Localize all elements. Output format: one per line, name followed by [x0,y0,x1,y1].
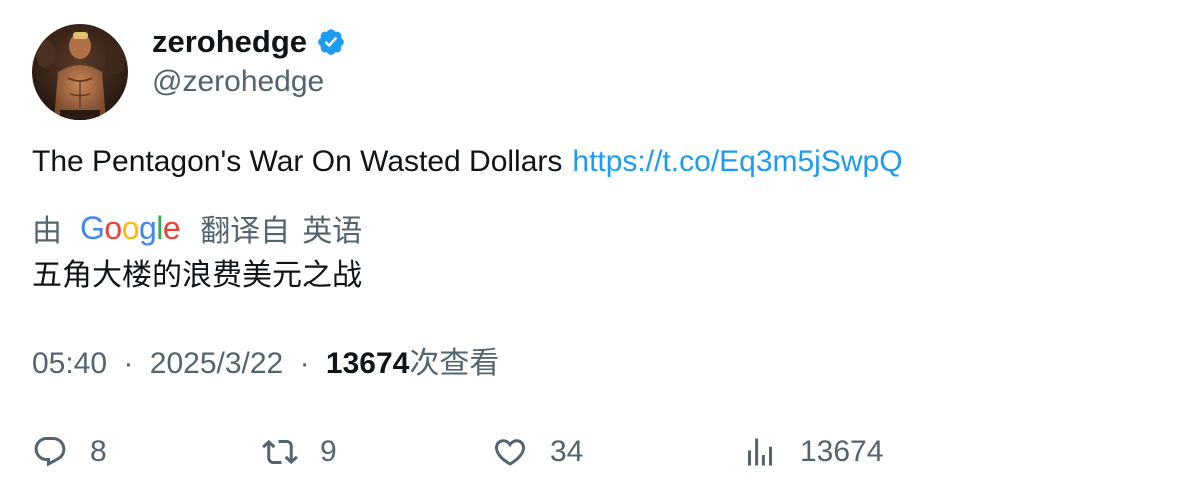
tweet-card: zerohedge @zerohedge The Pentagon's War … [0,0,1196,498]
tweet-link[interactable]: https://t.co/Eq3m5jSwpQ [572,145,902,178]
retweet-icon [262,439,298,465]
translation-attribution: 由 Google 翻译自 英语 [32,207,362,249]
action-bar: 8 9 34 13674 [0,430,1196,474]
translated-text: 五角大楼的浪费美元之战 [32,259,362,292]
avatar-image [32,24,128,120]
author-display-name[interactable]: zerohedge [152,22,307,62]
views-action-count: 13674 [800,435,884,468]
retweet-count: 9 [320,435,337,468]
tweet-time[interactable]: 05:40 [32,347,107,380]
retweet-button[interactable]: 9 [262,430,337,474]
views-label: 次查看 [409,347,500,380]
verified-badge-icon [316,27,346,57]
tweet-body: The Pentagon's War On Wasted Dollars [32,145,563,178]
views-icon [748,438,772,466]
source-language: 英语 [302,215,363,248]
author-name-row: zerohedge [152,22,346,62]
google-logo: Google [80,209,181,246]
tweet-date[interactable]: 2025/3/22 [150,347,283,380]
meta-separator: · [299,347,310,380]
views-button[interactable]: 13674 [742,430,883,474]
translated-from-label: 翻译自 [200,215,291,248]
reply-count: 8 [90,435,107,468]
tweet-text: The Pentagon's War On Wasted Dollars http… [32,142,903,182]
translation-by-label: 由 [32,215,62,248]
reply-icon [34,437,66,467]
avatar[interactable] [32,24,128,120]
views-count: 13674 [325,347,410,380]
like-icon [494,439,526,466]
tweet-meta: 05:40 · 2025/3/22 · 13674次查看 [32,344,499,384]
reply-button[interactable]: 8 [32,430,107,474]
like-count: 34 [550,435,584,468]
like-button[interactable]: 34 [492,430,583,474]
meta-separator: · [123,347,134,380]
author-handle[interactable]: @zerohedge [152,62,324,102]
